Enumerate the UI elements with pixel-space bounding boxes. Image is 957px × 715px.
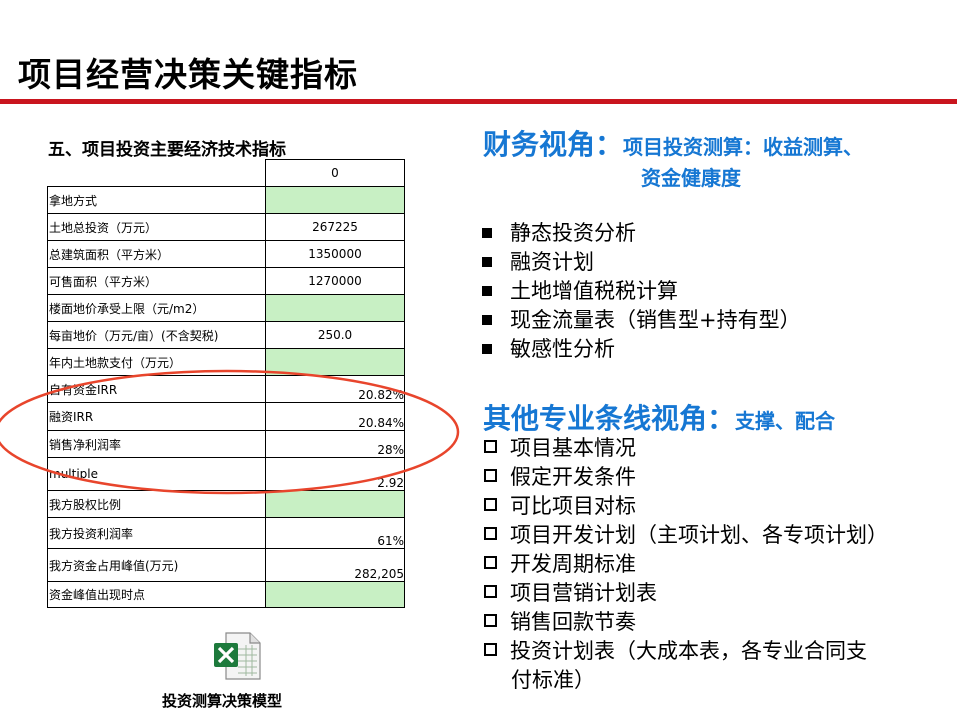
table-row: 我方投资利润率 61% [47,517,405,549]
finance-heading-sub: 项目投资测算：收益测算、 [623,135,864,159]
list-item-label: 融资计划 [510,250,594,274]
row-value[interactable] [265,294,405,322]
square-bullet-icon [482,228,492,238]
highlight-oval [0,369,460,495]
table-row: 拿地方式 [47,186,405,214]
list-item-label-continued: 付标准） [511,668,595,692]
file-caption: 投资测算决策模型 [162,692,283,710]
page-title: 项目经营决策关键指标 [18,55,358,94]
table-row: 总建筑面积（平方米） 1350000 [47,240,405,268]
hollow-square-bullet-icon [484,498,497,511]
row-value: 250.0 [265,321,405,349]
list-item: 融资计划 [482,248,801,277]
finance-heading-sub-line2: 资金健康度 [641,166,741,190]
list-item: 项目开发计划（主项计划、各专项计划） [484,521,914,550]
title-divider [0,99,957,104]
list-item: 可比项目对标 [484,492,914,521]
table-row: 资金峰值出现时点 [47,581,405,608]
row-value: 282,205 [265,548,405,582]
other-heading: 其他专业条线视角：支撑、配合 [483,397,835,437]
table-row: 土地总投资（万元） 267225 [47,213,405,241]
finance-heading-main: 财务视角： [483,128,624,161]
list-item-label: 假定开发条件 [510,465,636,489]
row-label: 我方资金占用峰值(万元) [47,548,266,582]
finance-list: 静态投资分析 融资计划 土地增值税税计算 现金流量表（销售型+持有型） 敏感性分… [482,219,801,364]
header-value-cell: 0 [265,159,405,187]
list-item: 销售回款节奏 [484,608,914,637]
row-label: 可售面积（平方米） [47,267,266,295]
row-label: 我方投资利润率 [47,517,266,549]
list-item: 投资计划表（大成本表，各专业合同支 付标准） [484,637,914,695]
list-item: 土地增值税税计算 [482,277,801,306]
square-bullet-icon [482,344,492,354]
table-row: 每亩地价（万元/亩）(不含契税) 250.0 [47,321,405,349]
list-item-label: 开发周期标准 [510,552,636,576]
other-heading-sub: 支撑、配合 [735,409,836,433]
row-label: 每亩地价（万元/亩）(不含契税) [47,321,266,349]
list-item-label: 静态投资分析 [510,221,636,245]
list-item-label: 销售回款节奏 [510,610,636,634]
hollow-square-bullet-icon [484,440,497,453]
row-label: 拿地方式 [47,186,266,214]
row-value[interactable] [265,581,405,608]
hollow-square-bullet-icon [484,585,497,598]
row-value: 1270000 [265,267,405,295]
list-item: 项目基本情况 [484,434,914,463]
list-item-label: 可比项目对标 [510,494,636,518]
square-bullet-icon [482,286,492,296]
row-value[interactable] [265,186,405,214]
header-empty-cell [47,159,266,187]
square-bullet-icon [482,257,492,267]
row-label: 楼面地价承受上限（元/m2） [47,294,266,322]
square-bullet-icon [482,315,492,325]
list-item-label: 项目开发计划（主项计划、各专项计划） [510,523,888,547]
list-item: 假定开发条件 [484,463,914,492]
hollow-square-bullet-icon [484,556,497,569]
list-item-label: 项目营销计划表 [510,581,657,605]
table-row: 我方资金占用峰值(万元) 282,205 [47,548,405,582]
list-item-label: 敏感性分析 [510,337,615,361]
other-heading-main: 其他专业条线视角： [483,402,736,435]
hollow-square-bullet-icon [484,614,497,627]
row-label: 总建筑面积（平方米） [47,240,266,268]
row-label: 资金峰值出现时点 [47,581,266,608]
row-label: 土地总投资（万元） [47,213,266,241]
list-item: 现金流量表（销售型+持有型） [482,306,801,335]
list-item-label: 土地增值税税计算 [510,279,678,303]
list-item-label: 现金流量表（销售型+持有型） [510,308,801,332]
list-item: 项目营销计划表 [484,579,914,608]
excel-file-icon[interactable] [212,631,262,681]
table-caption: 五、项目投资主要经济技术指标 [48,140,286,160]
list-item: 敏感性分析 [482,335,801,364]
row-value: 1350000 [265,240,405,268]
hollow-square-bullet-icon [484,527,497,540]
row-value: 61% [265,517,405,549]
row-value: 267225 [265,213,405,241]
list-item: 静态投资分析 [482,219,801,248]
hollow-square-bullet-icon [484,643,497,656]
list-item-label: 项目基本情况 [510,436,636,460]
hollow-square-bullet-icon [484,469,497,482]
list-item-label: 投资计划表（大成本表，各专业合同支 [510,639,867,663]
table-row: 可售面积（平方米） 1270000 [47,267,405,295]
finance-heading: 财务视角：项目投资测算：收益测算、 [483,123,863,163]
other-list: 项目基本情况 假定开发条件 可比项目对标 项目开发计划（主项计划、各专项计划） … [484,434,914,695]
list-item: 开发周期标准 [484,550,914,579]
table-row: 楼面地价承受上限（元/m2） [47,294,405,322]
